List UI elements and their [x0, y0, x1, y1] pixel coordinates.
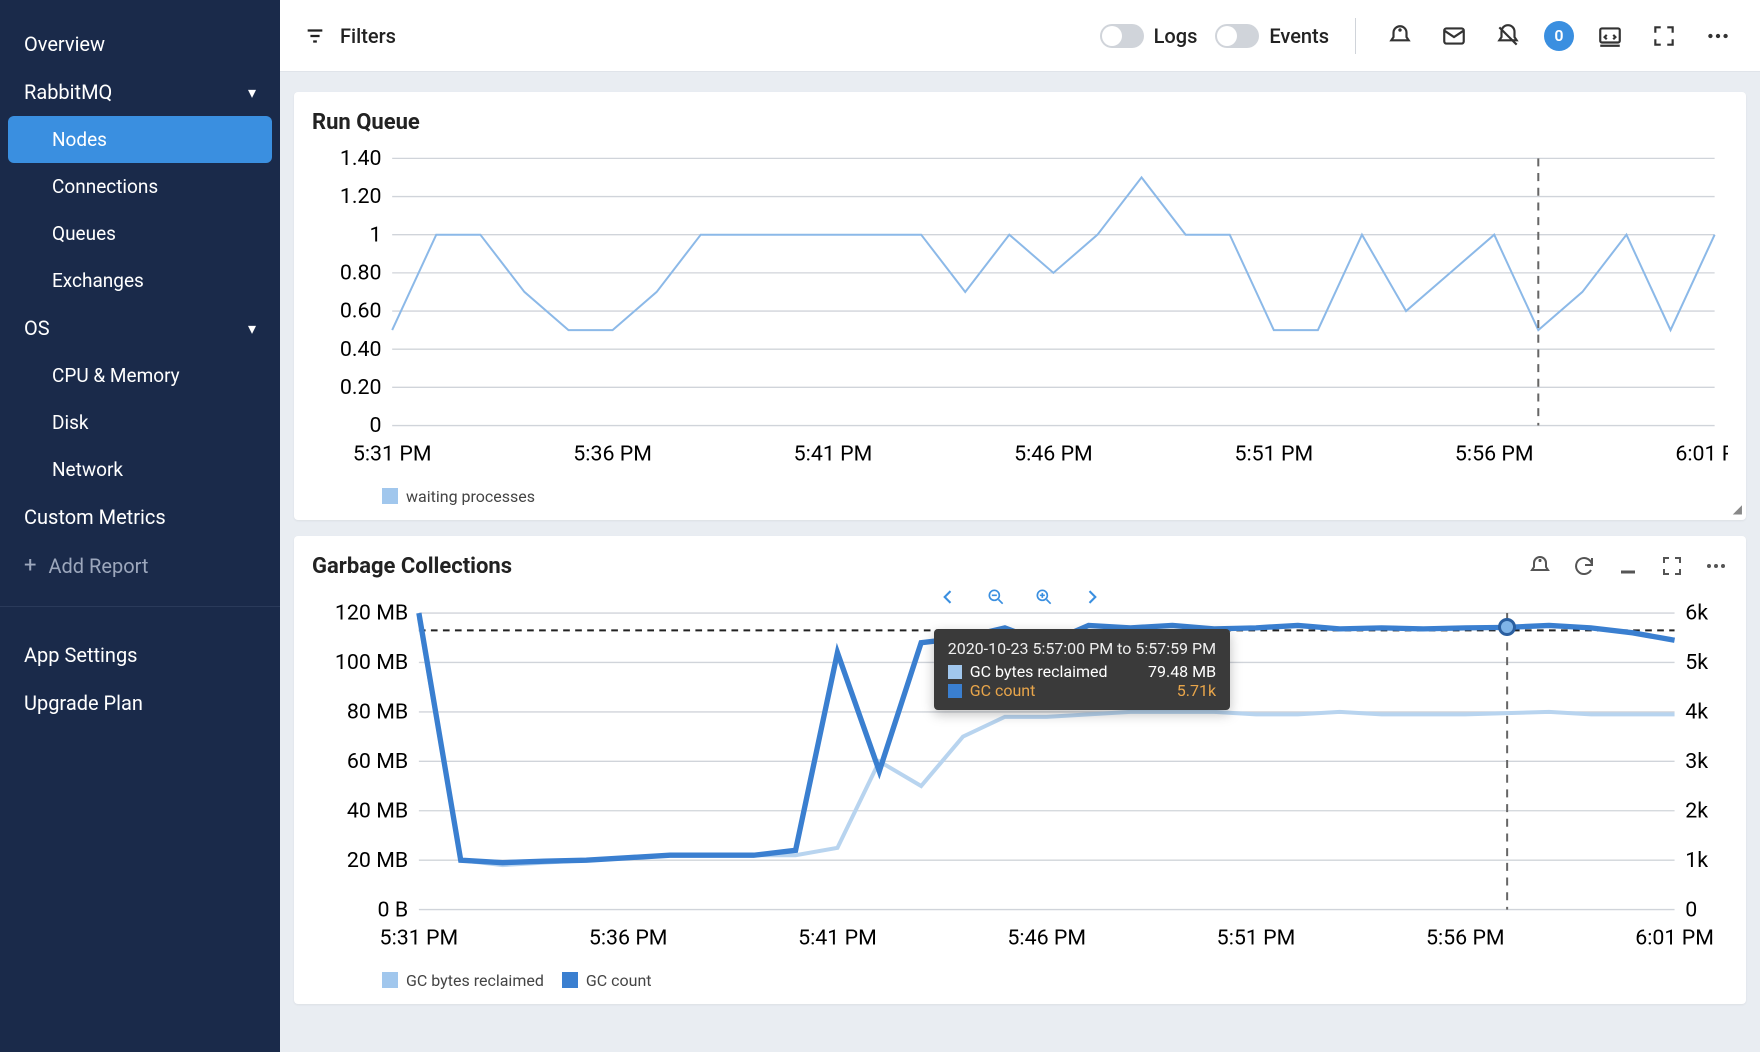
pan-right-icon[interactable]: [1082, 587, 1102, 611]
svg-text:5:56 PM: 5:56 PM: [1426, 925, 1505, 950]
svg-text:0.60: 0.60: [340, 299, 382, 324]
main-area: Filters Logs Events 0 Run Queue 0 0.20 0.4…: [280, 0, 1760, 1052]
panel-title: Garbage Collections: [312, 554, 1728, 579]
sidebar-item-nodes[interactable]: Nodes: [8, 116, 272, 163]
svg-text:5:36 PM: 5:36 PM: [589, 925, 668, 950]
chart-hover-marker: [1498, 618, 1516, 636]
svg-text:5:56 PM: 5:56 PM: [1455, 441, 1534, 466]
pan-left-icon[interactable]: [938, 587, 958, 611]
svg-text:5k: 5k: [1685, 650, 1708, 675]
svg-text:0: 0: [369, 413, 381, 438]
sidebar-item-exchanges[interactable]: Exchanges: [0, 257, 280, 304]
svg-text:5:46 PM: 5:46 PM: [1007, 925, 1086, 950]
sidebar: Overview RabbitMQ ▾ Nodes Connections Qu…: [0, 0, 280, 1052]
panels-container[interactable]: Run Queue 0 0.20 0.40 0.60 0.80 1 1.20 1.40 5:31…: [280, 72, 1760, 1052]
more-icon[interactable]: [1704, 554, 1728, 582]
sidebar-item-network[interactable]: Network: [0, 446, 280, 493]
svg-text:20 MB: 20 MB: [347, 848, 408, 873]
chart-zoom-nav: [938, 587, 1102, 611]
add-report-button[interactable]: +Add Report: [0, 541, 280, 590]
more-menu-icon[interactable]: [1700, 18, 1736, 54]
svg-text:6:01 PM: 6:01 PM: [1635, 925, 1714, 950]
code-view-icon[interactable]: [1592, 18, 1628, 54]
svg-text:40 MB: 40 MB: [347, 798, 408, 823]
svg-text:100 MB: 100 MB: [335, 650, 408, 675]
expand-icon[interactable]: [1660, 554, 1684, 582]
create-alert-button[interactable]: [1382, 18, 1418, 54]
panel-gc: Garbage Collections 0 B20 MB40 MB6: [294, 536, 1746, 1004]
plus-icon: +: [24, 553, 36, 578]
notifications-badge[interactable]: 0: [1544, 21, 1574, 51]
svg-text:0.80: 0.80: [340, 261, 382, 286]
svg-text:0: 0: [1685, 897, 1697, 922]
svg-text:5:36 PM: 5:36 PM: [573, 441, 652, 466]
svg-text:6:01 PM: 6:01 PM: [1675, 441, 1728, 466]
divider: [0, 606, 280, 607]
sidebar-section-rabbitmq[interactable]: RabbitMQ ▾: [0, 68, 280, 116]
divider: [1355, 18, 1356, 54]
filters-button[interactable]: Filters: [304, 24, 396, 48]
refresh-icon[interactable]: [1572, 554, 1596, 582]
zoom-out-icon[interactable]: [986, 587, 1006, 611]
mail-icon[interactable]: [1436, 18, 1472, 54]
svg-text:4k: 4k: [1685, 700, 1708, 725]
panel-run-queue: Run Queue 0 0.20 0.40 0.60 0.80 1 1.20 1.40 5:31…: [294, 92, 1746, 520]
svg-text:5:51 PM: 5:51 PM: [1234, 441, 1313, 466]
svg-text:120 MB: 120 MB: [335, 601, 408, 626]
svg-text:1: 1: [369, 222, 381, 247]
svg-text:1k: 1k: [1685, 848, 1708, 873]
toolbar: Filters Logs Events 0: [280, 0, 1760, 72]
chevron-down-icon: ▾: [248, 83, 256, 102]
zoom-in-icon[interactable]: [1034, 587, 1054, 611]
sidebar-item-disk[interactable]: Disk: [0, 399, 280, 446]
svg-text:5:51 PM: 5:51 PM: [1217, 925, 1296, 950]
sidebar-item-overview[interactable]: Overview: [0, 20, 280, 68]
svg-text:5:41 PM: 5:41 PM: [794, 441, 873, 466]
filter-icon: [304, 25, 326, 47]
svg-text:0.40: 0.40: [340, 337, 382, 362]
legend-swatch: [562, 972, 578, 988]
sidebar-item-custom-metrics[interactable]: Custom Metrics: [0, 493, 280, 541]
mute-bell-icon[interactable]: [1490, 18, 1526, 54]
sidebar-section-os[interactable]: OS ▾: [0, 304, 280, 352]
sidebar-item-upgrade-plan[interactable]: Upgrade Plan: [0, 679, 280, 727]
panel-title: Run Queue: [312, 110, 1728, 135]
sidebar-item-app-settings[interactable]: App Settings: [0, 631, 280, 679]
run-queue-legend: waiting processes: [312, 479, 1728, 506]
svg-text:3k: 3k: [1685, 749, 1708, 774]
events-toggle[interactable]: Events: [1215, 24, 1329, 48]
svg-text:1.40: 1.40: [340, 146, 382, 171]
chevron-down-icon: ▾: [248, 319, 256, 338]
svg-text:1.20: 1.20: [340, 184, 382, 209]
svg-text:6k: 6k: [1685, 601, 1708, 626]
svg-text:5:41 PM: 5:41 PM: [798, 925, 877, 950]
svg-text:5:31 PM: 5:31 PM: [380, 925, 459, 950]
svg-text:2k: 2k: [1685, 798, 1708, 823]
svg-text:5:31 PM: 5:31 PM: [353, 441, 432, 466]
minimize-icon[interactable]: [1616, 554, 1640, 582]
svg-text:0 B: 0 B: [378, 897, 409, 922]
resize-handle-icon[interactable]: ◢: [1733, 502, 1742, 516]
svg-text:0.20: 0.20: [340, 375, 382, 400]
run-queue-chart[interactable]: 0 0.20 0.40 0.60 0.80 1 1.20 1.40 5:31 PM 5:36 PM…: [312, 145, 1728, 479]
sidebar-item-cpu-memory[interactable]: CPU & Memory: [0, 352, 280, 399]
sidebar-item-queues[interactable]: Queues: [0, 210, 280, 257]
create-alert-icon[interactable]: [1528, 554, 1552, 582]
legend-swatch: [382, 972, 398, 988]
panel-toolbar: [1528, 554, 1728, 582]
logs-toggle[interactable]: Logs: [1100, 24, 1198, 48]
fullscreen-icon[interactable]: [1646, 18, 1682, 54]
svg-text:80 MB: 80 MB: [347, 700, 408, 725]
chart-tooltip: 2020-10-23 5:57:00 PM to 5:57:59 PM GC b…: [934, 629, 1230, 710]
legend-swatch: [382, 488, 398, 504]
svg-text:60 MB: 60 MB: [347, 749, 408, 774]
sidebar-item-connections[interactable]: Connections: [0, 163, 280, 210]
gc-legend: GC bytes reclaimed GC count: [312, 963, 1728, 990]
svg-text:5:46 PM: 5:46 PM: [1014, 441, 1093, 466]
